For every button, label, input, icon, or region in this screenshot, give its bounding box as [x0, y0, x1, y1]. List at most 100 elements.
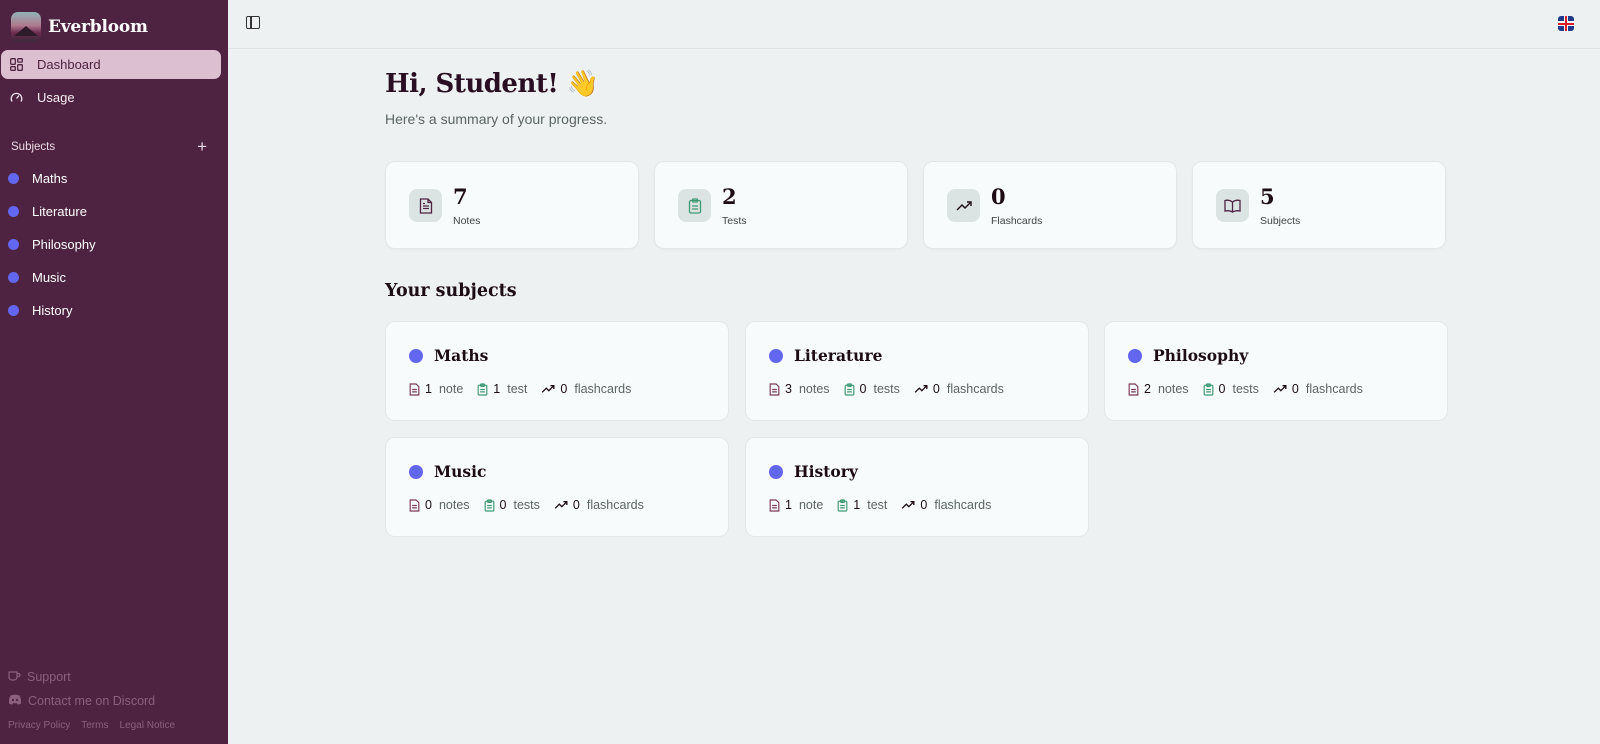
clipboard-icon: [1203, 382, 1213, 396]
subject-color-dot: [8, 239, 19, 250]
sidebar-toggle-icon[interactable]: [246, 16, 260, 29]
tests-count: 0 tests: [1203, 382, 1259, 396]
sidebar-subject-label: History: [32, 303, 73, 318]
notes-count: 1 note: [409, 382, 463, 396]
subject-color-dot: [8, 206, 19, 217]
subject-card-music[interactable]: Music 0 notes 0 tests 0 flashcards: [385, 437, 729, 537]
document-icon: [769, 498, 780, 512]
your-subjects-heading: Your subjects: [385, 281, 517, 301]
stat-value: 2: [722, 184, 737, 209]
nav-label-dashboard: Dashboard: [37, 57, 101, 72]
dashboard-grid-icon: [10, 58, 23, 71]
tests-count: 0 tests: [844, 382, 900, 396]
subject-color-dot: [769, 348, 783, 363]
sidebar-subject-label: Philosophy: [32, 237, 96, 252]
privacy-policy-link[interactable]: Privacy Policy: [8, 720, 70, 731]
app-name: Everbloom: [48, 17, 148, 37]
trending-up-icon: [542, 385, 555, 393]
brand[interactable]: Everbloom: [11, 12, 148, 42]
gauge-icon: [10, 91, 23, 104]
subject-color-dot: [8, 305, 19, 316]
nav-label-usage: Usage: [37, 90, 75, 105]
document-icon: [409, 189, 442, 222]
document-icon: [409, 498, 420, 512]
uk-flag-icon[interactable]: [1558, 16, 1574, 31]
subject-card-title: Maths: [434, 346, 489, 365]
clipboard-icon: [484, 498, 494, 512]
subject-card-maths[interactable]: Maths 1 note 1 test 0 flashcards: [385, 321, 729, 421]
stat-label: Notes: [453, 215, 481, 227]
notes-count: 1 note: [769, 498, 823, 512]
document-icon: [1128, 382, 1139, 396]
trending-up-icon: [947, 189, 980, 222]
tests-count: 1 test: [837, 498, 887, 512]
subject-card-literature[interactable]: Literature 3 notes 0 tests 0 flashcards: [745, 321, 1089, 421]
sidebar-subject-label: Music: [32, 270, 66, 285]
notes-count: 2 notes: [1128, 382, 1189, 396]
sidebar: Everbloom Dashboard Usage Subjects + Mat…: [0, 0, 228, 744]
stat-card-flashcards: 0 Flashcards: [923, 161, 1177, 249]
trending-up-icon: [902, 501, 915, 509]
terms-link[interactable]: Terms: [81, 720, 108, 731]
subject-color-dot: [8, 173, 19, 184]
stat-label: Flashcards: [991, 215, 1043, 227]
discord-label: Contact me on Discord: [28, 694, 156, 708]
notes-count: 0 notes: [409, 498, 470, 512]
subjects-header: Subjects +: [11, 138, 207, 155]
subjects-header-label: Subjects: [11, 141, 56, 153]
coffee-cup-icon: [8, 669, 21, 684]
trending-up-icon: [1273, 385, 1287, 393]
stat-value: 0: [991, 184, 1006, 209]
sidebar-subject-maths[interactable]: Maths: [8, 171, 67, 186]
subject-color-dot: [769, 464, 783, 479]
stat-card-subjects: 5 Subjects: [1192, 161, 1446, 249]
book-open-icon: [1216, 189, 1249, 222]
flashcards-count: 0 flashcards: [1273, 382, 1363, 396]
add-subject-button[interactable]: +: [197, 138, 207, 155]
notes-count: 3 notes: [769, 382, 830, 396]
subject-card-title: History: [794, 462, 858, 481]
nav-item-dashboard[interactable]: Dashboard: [1, 50, 221, 79]
subject-color-dot: [8, 272, 19, 283]
subject-color-dot: [409, 464, 423, 479]
legal-notice-link[interactable]: Legal Notice: [119, 720, 175, 731]
sidebar-subject-label: Maths: [32, 171, 68, 186]
greeting-subtitle: Here's a summary of your progress.: [385, 111, 608, 127]
flashcards-count: 0 flashcards: [901, 498, 991, 512]
tests-count: 1 test: [477, 382, 527, 396]
document-icon: [769, 382, 780, 396]
support-label: Support: [27, 669, 71, 684]
sidebar-subject-literature[interactable]: Literature: [8, 204, 87, 219]
clipboard-icon: [844, 382, 854, 396]
stat-card-tests: 2 Tests: [654, 161, 908, 249]
sidebar-subject-label: Literature: [32, 204, 87, 219]
subject-card-title: Music: [434, 462, 487, 481]
stat-value: 5: [1260, 184, 1275, 209]
subject-card-history[interactable]: History 1 note 1 test 0 flashcards: [745, 437, 1089, 537]
subject-card-philosophy[interactable]: Philosophy 2 notes 0 tests 0 flashcards: [1104, 321, 1448, 421]
sidebar-subject-philosophy[interactable]: Philosophy: [8, 237, 96, 252]
clipboard-icon: [837, 498, 848, 512]
subject-color-dot: [409, 348, 423, 363]
trending-up-icon: [554, 501, 568, 509]
sidebar-subject-history[interactable]: History: [8, 303, 72, 318]
tests-count: 0 tests: [484, 498, 540, 512]
subject-card-title: Philosophy: [1153, 346, 1249, 365]
discord-link[interactable]: Contact me on Discord: [8, 694, 155, 708]
discord-icon: [8, 694, 22, 708]
trending-up-icon: [914, 385, 928, 393]
document-icon: [409, 382, 420, 396]
app-logo: [11, 12, 41, 42]
legal-links: Privacy Policy Terms Legal Notice: [8, 720, 175, 731]
flashcards-count: 0 flashcards: [914, 382, 1004, 396]
stat-label: Subjects: [1260, 215, 1301, 227]
stat-value: 7: [453, 184, 468, 209]
flashcards-count: 0 flashcards: [554, 498, 644, 512]
support-link[interactable]: Support: [8, 669, 71, 684]
nav-item-usage[interactable]: Usage: [1, 83, 221, 112]
flashcards-count: 0 flashcards: [541, 382, 631, 396]
stat-label: Tests: [722, 215, 747, 227]
sidebar-subject-music[interactable]: Music: [8, 270, 66, 285]
top-bar: [228, 0, 1600, 49]
subject-card-title: Literature: [794, 346, 883, 365]
